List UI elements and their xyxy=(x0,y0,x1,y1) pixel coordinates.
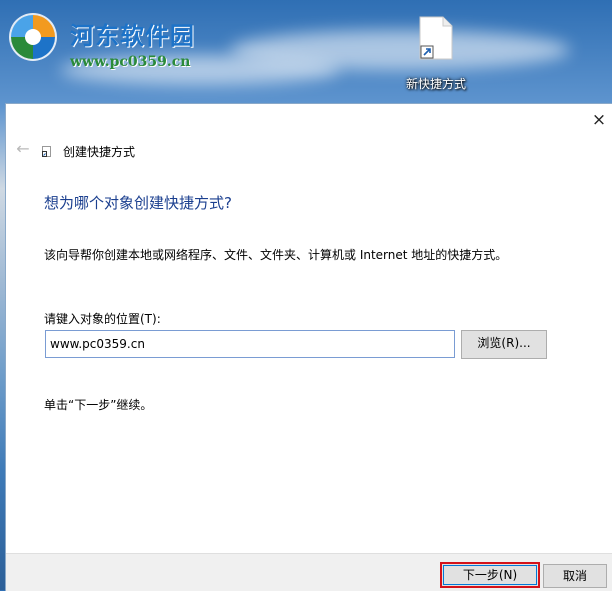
location-label: 请键入对象的位置(T): xyxy=(44,312,161,326)
wizard-description: 该向导帮你创建本地或网络程序、文件、文件夹、计算机或 Internet 地址的快… xyxy=(44,248,508,262)
watermark-url: www.pc0359.cn xyxy=(70,54,191,70)
wizard-title: 创建快捷方式 xyxy=(63,145,136,159)
shortcut-file-icon xyxy=(419,16,453,60)
close-button[interactable]: × xyxy=(589,110,609,130)
wizard-header: ← 创建快捷方式 xyxy=(6,138,612,164)
watermark-title: 河东软件园 xyxy=(70,21,195,50)
shortcut-icon xyxy=(42,146,51,157)
location-input[interactable] xyxy=(45,330,455,358)
desktop-shortcut[interactable]: 新快捷方式 xyxy=(398,16,474,92)
browse-button[interactable]: 浏览(R)... xyxy=(461,330,547,359)
create-shortcut-window: × ← 创建快捷方式 想为哪个对象创建快捷方式? 该向导帮你创建本地或网络程序、… xyxy=(5,103,612,591)
site-logo-icon xyxy=(9,13,57,61)
wizard-footer: 下一步(N) 取消 xyxy=(6,553,612,591)
watermark: 河东软件园 www.pc0359.cn xyxy=(6,10,266,70)
next-button-label: 下一步(N) xyxy=(462,568,518,582)
cancel-button[interactable]: 取消 xyxy=(543,564,607,588)
next-button[interactable]: 下一步(N) xyxy=(440,562,540,588)
page-heading: 想为哪个对象创建快捷方式? xyxy=(44,194,232,212)
desktop-icon-label: 新快捷方式 xyxy=(405,77,466,91)
continue-hint: 单击“下一步”继续。 xyxy=(44,398,153,412)
back-arrow-icon[interactable]: ← xyxy=(14,140,32,158)
